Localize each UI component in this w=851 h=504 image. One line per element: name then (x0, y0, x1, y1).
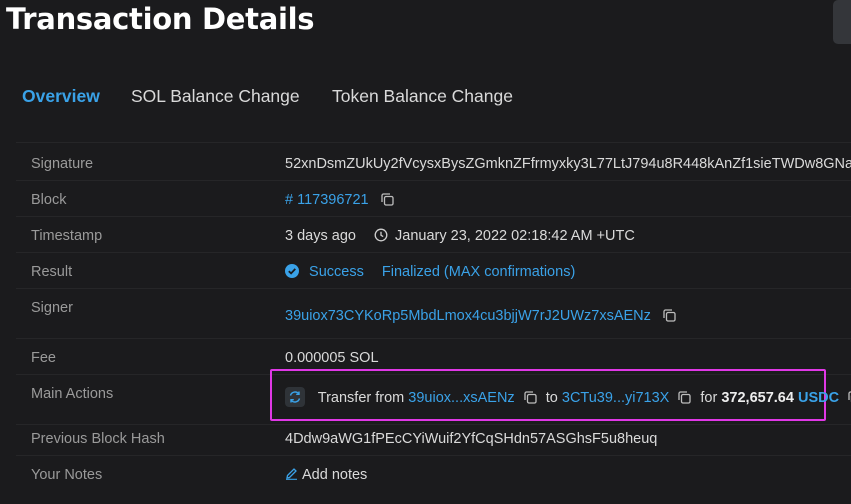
transfer-to-text: to (545, 390, 558, 406)
your-notes-label: Your Notes (31, 467, 103, 483)
timestamp-absolute: January 23, 2022 02:18:42 AM +UTC (395, 228, 635, 244)
signer-value-wrap: 39uiox73CYKoRp5MbdLmox4cu3bjjW7rJ2UWz7xs… (285, 308, 676, 324)
signature-label: Signature (31, 156, 94, 172)
clock-icon (374, 228, 388, 242)
transfer-to-link[interactable]: 3CTu39...yi713X (562, 390, 669, 406)
row-signature: Signature 52xnDsmZUkUy2fVcysxBysZGmknZFf… (0, 150, 851, 180)
block-value-wrap: # 117396721 (285, 192, 394, 208)
copy-icon[interactable] (380, 193, 394, 206)
tab-sol-balance-change[interactable]: SOL Balance Change (131, 86, 300, 107)
transfer-icon (285, 387, 305, 407)
check-circle-icon (285, 264, 299, 278)
signer-link[interactable]: 39uiox73CYKoRp5MbdLmox4cu3bjjW7rJ2UWz7xs… (285, 308, 651, 324)
divider (16, 142, 851, 143)
timestamp-relative: 3 days ago (285, 228, 356, 244)
copy-icon[interactable] (678, 391, 692, 404)
divider (16, 288, 851, 289)
row-timestamp: Timestamp 3 days ago January 23, 2022 02… (0, 222, 851, 252)
add-notes-label: Add notes (302, 467, 368, 483)
tab-token-balance-change[interactable]: Token Balance Change (332, 86, 513, 107)
divider (16, 455, 851, 456)
transfer-text: Transfer from (317, 390, 405, 406)
token-link[interactable]: USDC (798, 390, 839, 406)
row-result: Result Success Finalized (MAX confirmati… (0, 258, 851, 288)
copy-icon[interactable] (663, 309, 676, 322)
block-link[interactable]: # 117396721 (285, 192, 369, 208)
divider (16, 180, 851, 181)
main-actions-content: Transfer from 39uiox...xsAENz to 3CTu39.… (285, 387, 851, 407)
result-confirmation: Finalized (MAX confirmations) (381, 264, 576, 280)
timestamp-value: 3 days ago January 23, 2022 02:18:42 AM … (285, 228, 635, 244)
copy-icon[interactable] (524, 391, 537, 404)
transfer-for-text: for (700, 390, 718, 406)
signature-value[interactable]: 52xnDsmZUkUy2fVcysxBysZGmknZFfrmyxky3L77… (285, 156, 851, 172)
previous-block-hash-label: Previous Block Hash (31, 431, 165, 447)
menu-button[interactable] (833, 0, 851, 44)
divider (16, 338, 851, 339)
fee-label: Fee (31, 350, 56, 366)
timestamp-label: Timestamp (31, 228, 103, 244)
block-label: Block (31, 192, 67, 208)
tab-bar: Overview SOL Balance Change Token Balanc… (0, 78, 851, 118)
transfer-amount: 372,657.64 (721, 390, 794, 406)
result-value: Success Finalized (MAX confirmations) (285, 264, 575, 280)
signer-label: Signer (31, 300, 73, 316)
row-your-notes: Your Notes Add notes (0, 461, 851, 491)
result-status: Success (309, 264, 364, 280)
previous-block-hash-value: 4Ddw9aWG1fPEcCYiWuif2YfCqSHdn57ASGhsF5u8… (285, 431, 658, 447)
row-block: Block # 117396721 (0, 186, 851, 216)
divider (16, 216, 851, 217)
main-actions-label: Main Actions (31, 386, 114, 402)
fee-value: 0.000005 SOL (285, 350, 379, 366)
add-notes-button[interactable]: Add notes (285, 467, 367, 483)
page-title: Transaction Details (6, 2, 315, 36)
divider (16, 252, 851, 253)
row-previous-block-hash: Previous Block Hash 4Ddw9aWG1fPEcCYiWuif… (0, 425, 851, 455)
transfer-from-link[interactable]: 39uiox...xsAENz (408, 390, 514, 406)
result-label: Result (31, 264, 73, 280)
pencil-icon (285, 467, 298, 480)
row-signer: Signer 39uiox73CYKoRp5MbdLmox4cu3bjjW7rJ… (0, 294, 851, 324)
tab-overview[interactable]: Overview (22, 86, 100, 107)
